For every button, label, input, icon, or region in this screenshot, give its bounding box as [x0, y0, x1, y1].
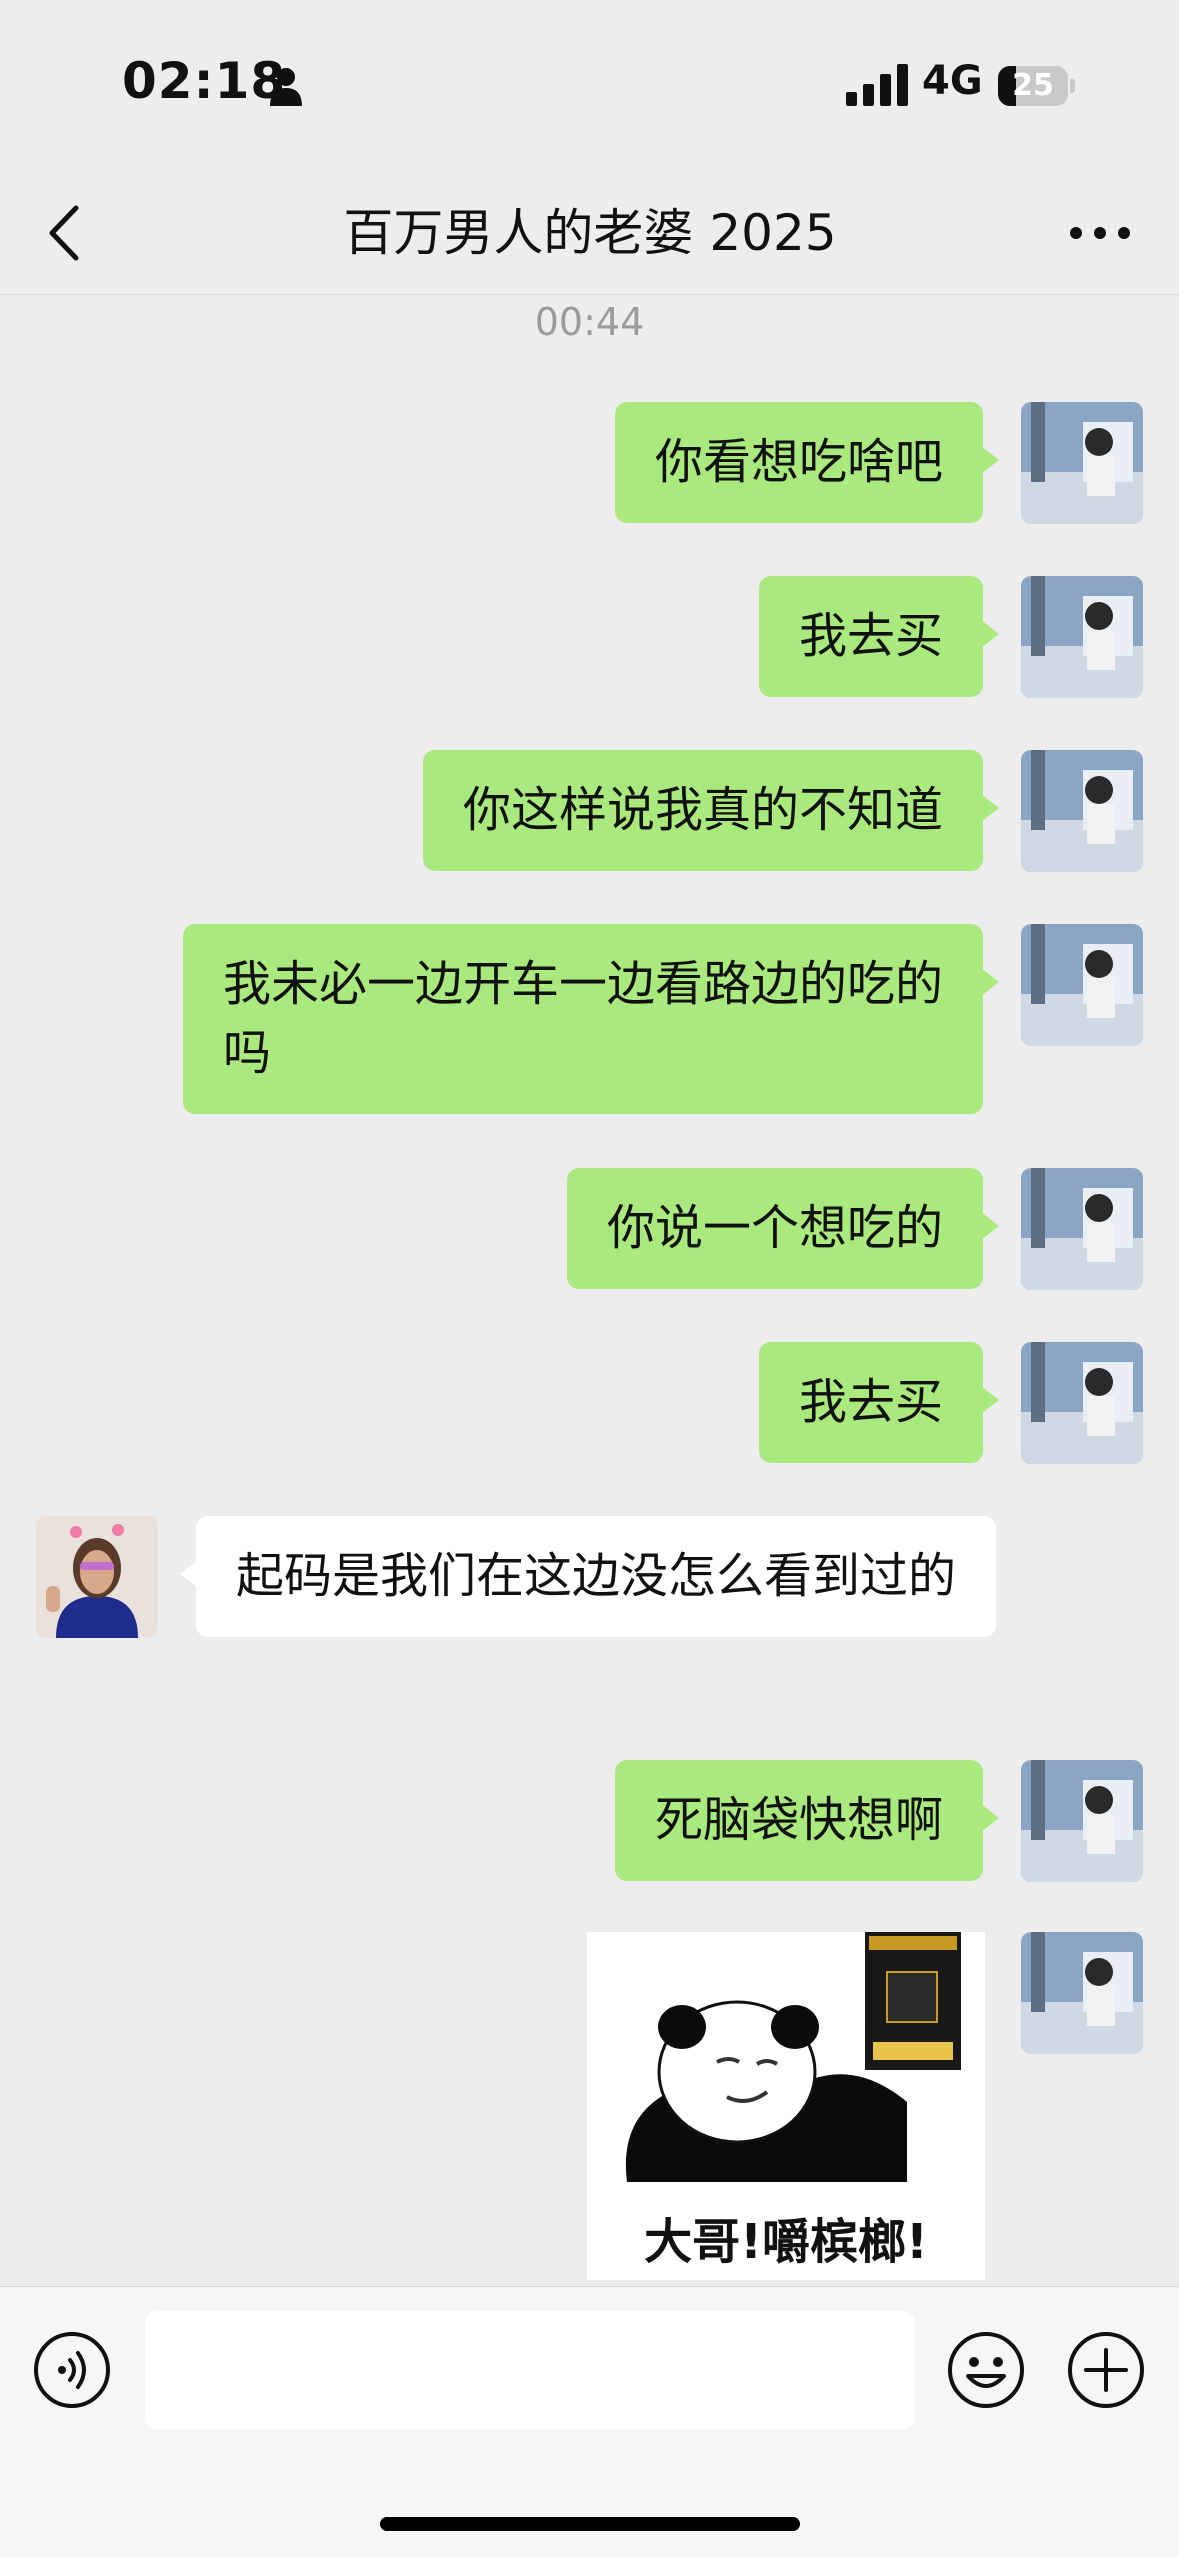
message-text: 我去买	[798, 1374, 943, 1430]
clock: 02:18	[122, 52, 287, 110]
message-timestamp: 00:44	[534, 300, 645, 344]
message-bubble-out[interactable]: 你说一个想吃的	[566, 1168, 1000, 1289]
message-bubble-out[interactable]: 你看想吃啥吧	[614, 402, 1000, 523]
sticker-caption: 大哥!嚼槟榔!	[644, 2214, 928, 2270]
self-avatar[interactable]	[1021, 1342, 1143, 1464]
message-bubble-out[interactable]: 死脑袋快想啊	[614, 1760, 1000, 1881]
contact-avatar[interactable]	[36, 1516, 158, 1638]
message-text: 你这样说我真的不知道	[462, 782, 943, 838]
chat-title: 百万男人的老婆 2025	[343, 204, 837, 262]
battery-percent: 25	[1012, 68, 1054, 103]
message-text: 死脑袋快想啊	[654, 1792, 943, 1848]
person-icon	[270, 68, 302, 106]
self-avatar[interactable]	[1021, 402, 1143, 524]
message-text: 你看想吃啥吧	[654, 434, 943, 490]
message-bubble-out[interactable]: 你这样说我真的不知道	[422, 750, 1000, 871]
message-bubble-out[interactable]: 我未必一边开车一边看路边的吃的吗	[183, 924, 999, 1114]
self-avatar[interactable]	[1021, 1760, 1143, 1882]
self-avatar[interactable]	[1021, 1168, 1143, 1290]
network-type: 4G	[922, 58, 983, 104]
message-text: 你说一个想吃的	[606, 1200, 943, 1256]
message-bubble-out[interactable]: 我去买	[758, 576, 1000, 697]
self-avatar[interactable]	[1021, 1932, 1143, 2054]
message-input[interactable]	[145, 2311, 915, 2429]
self-avatar[interactable]	[1021, 576, 1143, 698]
more-icon[interactable]	[1060, 198, 1140, 268]
sticker-image[interactable]: 大哥!嚼槟榔!	[587, 1932, 985, 2280]
plus-icon[interactable]	[1066, 2330, 1146, 2410]
emoji-icon[interactable]	[946, 2330, 1026, 2410]
voice-icon[interactable]	[32, 2330, 112, 2410]
message-bubble-out[interactable]: 我去买	[758, 1342, 1000, 1463]
message-text: 我去买	[798, 608, 943, 664]
signal-icon	[846, 64, 908, 106]
self-avatar[interactable]	[1021, 924, 1143, 1046]
input-bar	[0, 2286, 1179, 2557]
battery-icon: 25	[998, 66, 1075, 106]
message-bubble-in[interactable]: 起码是我们在这边没怎么看到过的	[180, 1516, 996, 1637]
back-arrow-icon[interactable]	[40, 198, 90, 268]
self-avatar[interactable]	[1021, 750, 1143, 872]
message-text: 起码是我们在这边没怎么看到过的	[236, 1548, 957, 1604]
home-indicator	[380, 2517, 800, 2531]
chat-header: 百万男人的老婆 2025	[0, 170, 1179, 295]
message-text: 我未必一边开车一边看路边的吃的吗	[223, 956, 944, 1081]
status-bar: 02:18 4G 25	[0, 0, 1179, 170]
